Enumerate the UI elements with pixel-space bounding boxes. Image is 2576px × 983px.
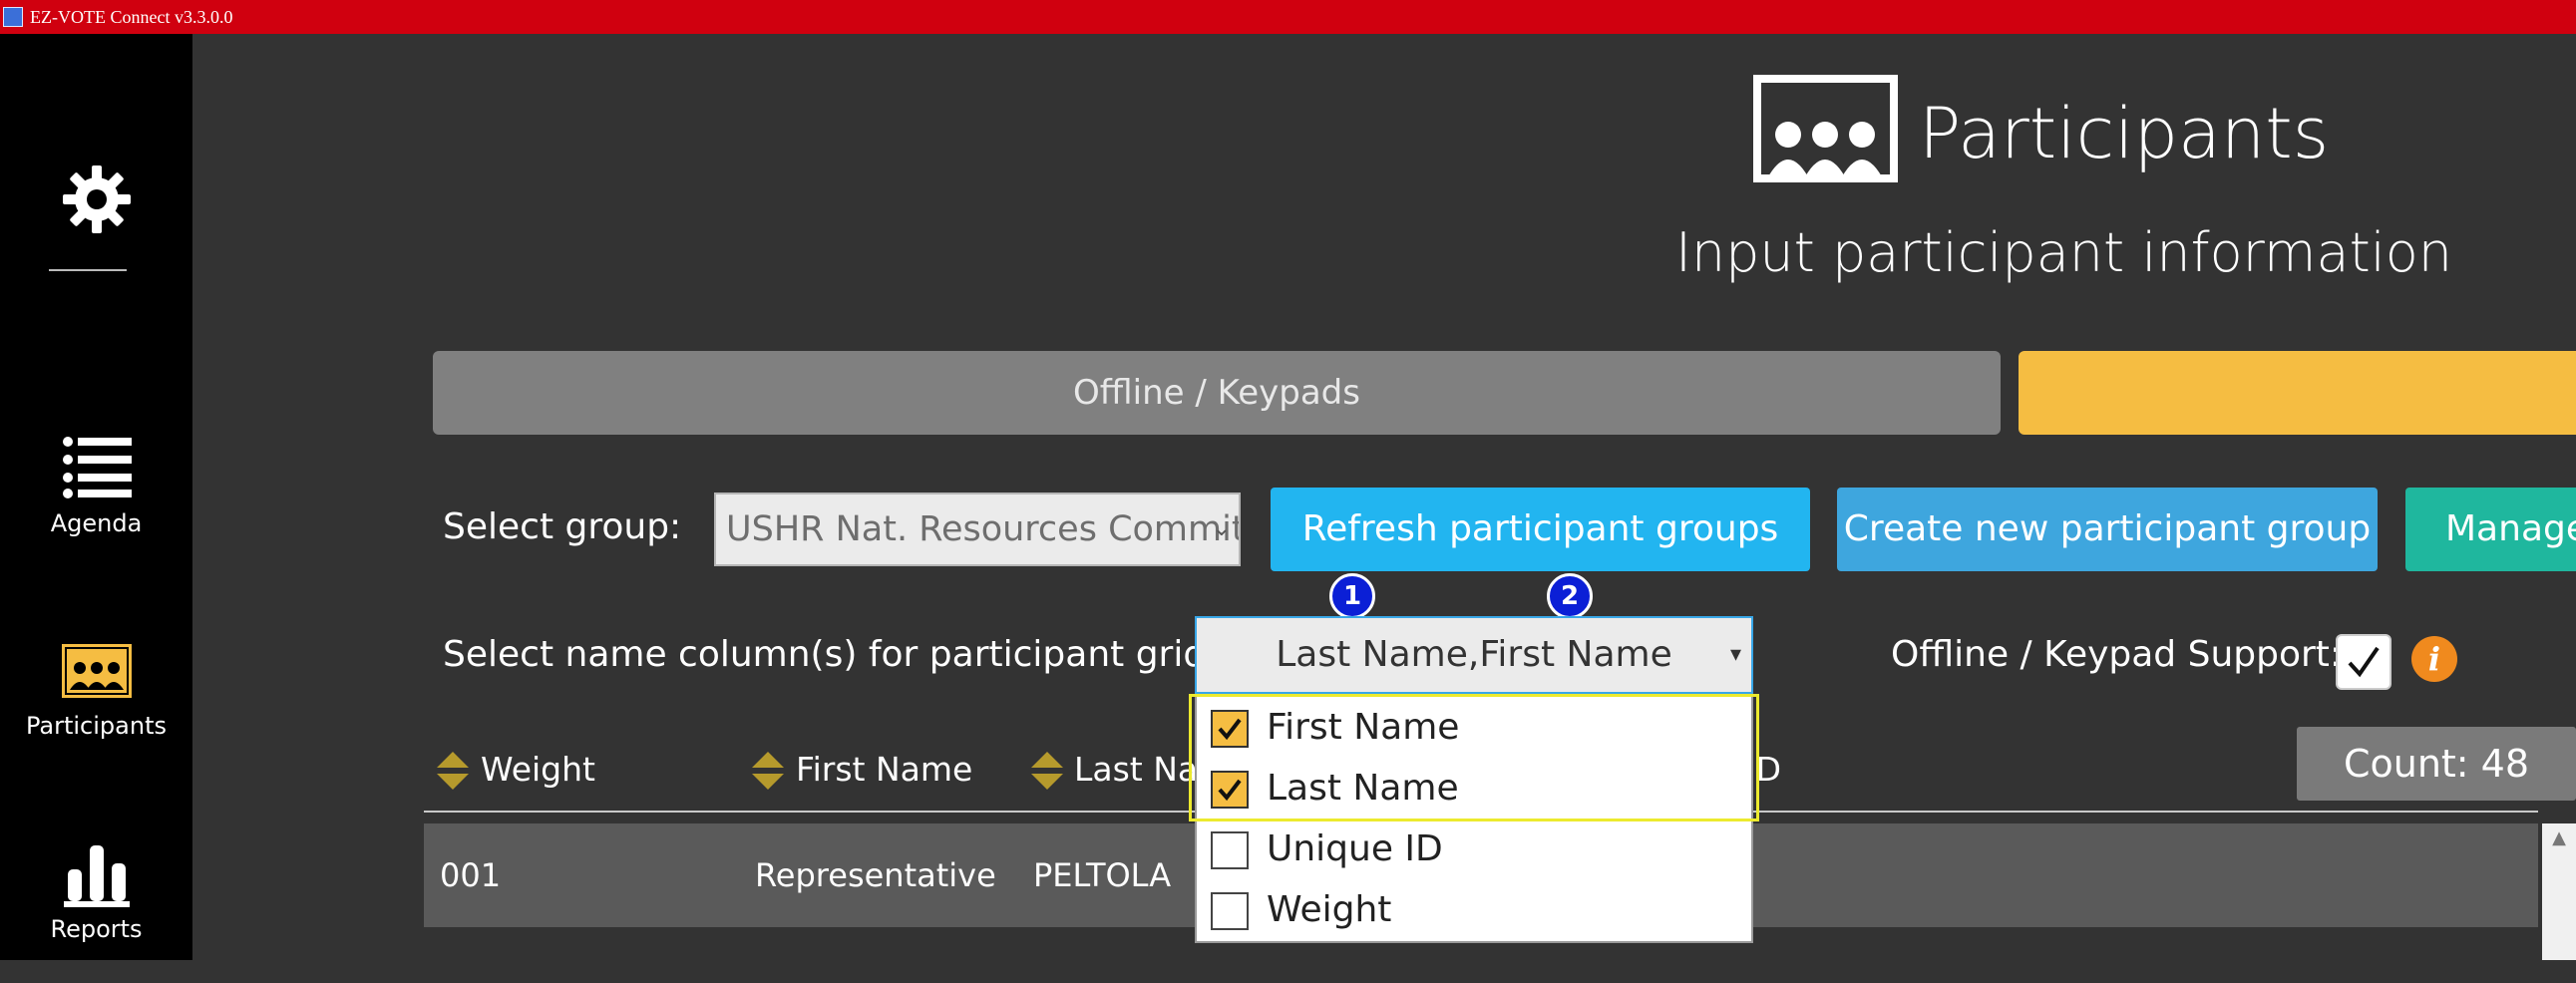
title-bar: EZ-VOTE Connect v3.3.0.0 bbox=[0, 0, 2576, 34]
grid-scrollbar[interactable]: ▲ bbox=[2542, 823, 2576, 960]
refresh-groups-button[interactable]: Refresh participant groups bbox=[1271, 488, 1810, 571]
gear-icon bbox=[62, 165, 131, 233]
tab-offline-keypads[interactable]: Offline / Keypads bbox=[433, 351, 2001, 435]
manage-button[interactable]: Manage bbox=[2405, 488, 2576, 571]
sort-icon[interactable] bbox=[750, 750, 786, 792]
offline-support-checkbox[interactable] bbox=[2336, 634, 2392, 690]
page-title: Participants bbox=[1919, 93, 2330, 174]
window-title: EZ-VOTE Connect v3.3.0.0 bbox=[30, 7, 233, 27]
sidebar: Agenda Participants Reports bbox=[0, 34, 192, 960]
app-icon bbox=[3, 7, 23, 27]
info-icon[interactable]: i bbox=[2411, 636, 2457, 682]
create-group-button[interactable]: Create new participant group bbox=[1837, 488, 2378, 571]
caret-down-icon: ▾ bbox=[1729, 642, 1741, 667]
column-header-weight[interactable]: Weight bbox=[481, 750, 595, 790]
group-select-value: USHR Nat. Resources Committee bbox=[726, 509, 1239, 549]
sidebar-item-settings[interactable] bbox=[0, 164, 192, 243]
tab-active[interactable] bbox=[2019, 351, 2576, 435]
option-unique-id[interactable]: Unique ID bbox=[1197, 818, 1751, 877]
name-columns-value: Last Name,First Name bbox=[1276, 634, 1672, 675]
offline-support-label: Offline / Keypad Support: bbox=[1891, 634, 2343, 675]
checkbox-unchecked[interactable] bbox=[1211, 892, 1249, 930]
select-group-label: Select group: bbox=[443, 506, 682, 547]
sidebar-item-participants[interactable]: Participants bbox=[0, 644, 192, 784]
sidebar-item-label: Reports bbox=[50, 915, 143, 943]
group-select[interactable]: USHR Nat. Resources Committee ⌄ bbox=[714, 492, 1241, 566]
cell-last-name: PELTOLA bbox=[1033, 856, 1172, 894]
sort-icon[interactable] bbox=[435, 750, 471, 792]
cell-weight: 001 bbox=[440, 856, 502, 894]
sidebar-item-reports[interactable]: Reports bbox=[0, 843, 192, 983]
scroll-up-icon[interactable]: ▲ bbox=[2542, 827, 2576, 848]
checkbox-unchecked[interactable] bbox=[1211, 831, 1249, 869]
option-weight[interactable]: Weight bbox=[1197, 878, 1751, 938]
page-subtitle: Input participant information bbox=[1675, 221, 2453, 284]
option-label: Weight bbox=[1267, 889, 1392, 930]
participants-header-icon bbox=[1753, 75, 1898, 182]
option-label: Unique ID bbox=[1267, 828, 1443, 869]
annotation-badge: 1 bbox=[1329, 573, 1375, 619]
list-icon bbox=[62, 437, 132, 498]
name-columns-combobox[interactable]: Last Name,First Name ▾ bbox=[1195, 616, 1753, 694]
sidebar-divider bbox=[49, 269, 127, 271]
chevron-down-icon: ⌄ bbox=[1212, 516, 1231, 541]
column-header-first-name[interactable]: First Name bbox=[796, 750, 972, 790]
sidebar-item-label: Participants bbox=[26, 712, 167, 740]
participants-icon bbox=[61, 644, 132, 698]
selection-highlight bbox=[1189, 694, 1759, 821]
sidebar-item-agenda[interactable]: Agenda bbox=[0, 436, 192, 575]
cell-first-name: Representative bbox=[755, 856, 996, 894]
participant-count: Count: 48 bbox=[2297, 727, 2576, 801]
bar-chart-icon bbox=[63, 845, 130, 907]
sort-icon[interactable] bbox=[1029, 750, 1065, 792]
sidebar-item-label: Agenda bbox=[50, 509, 143, 537]
checkmark-icon bbox=[2348, 646, 2380, 678]
annotation-badge: 2 bbox=[1547, 573, 1593, 619]
name-columns-label: Select name column(s) for participant gr… bbox=[443, 634, 1219, 675]
